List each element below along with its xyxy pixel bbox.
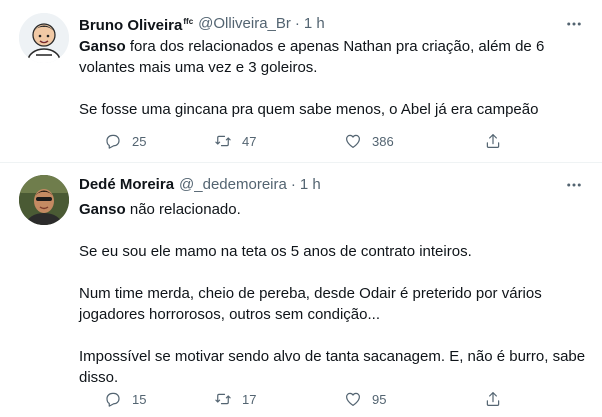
more-icon[interactable] <box>564 175 584 195</box>
share-button[interactable] <box>484 390 502 408</box>
separator-dot: · <box>290 176 296 193</box>
like-button[interactable]: 386 <box>344 132 394 150</box>
retweet-button[interactable]: 47 <box>214 132 256 150</box>
reply-icon <box>106 392 120 407</box>
tweet-text: Ganso fora dos relacionados e apenas Nat… <box>79 36 589 120</box>
tweet-line: Se fosse uma gincana pra quem sabe menos… <box>79 101 539 118</box>
retweet-count: 47 <box>242 133 257 149</box>
reply-count: 15 <box>132 391 147 407</box>
bold-text: Ganso <box>79 38 126 55</box>
author-handle[interactable]: @_dedemoreira <box>179 175 287 195</box>
timestamp[interactable]: 1 h <box>300 175 321 195</box>
retweet-icon <box>215 135 231 147</box>
tweet-line: Ganso fora dos relacionados e apenas Nat… <box>79 38 545 55</box>
like-count: 95 <box>372 391 387 407</box>
retweet-icon <box>215 393 231 405</box>
tweet-line: jogadores horrorosos, outros sem condiçã… <box>79 306 380 323</box>
share-icon <box>486 134 500 148</box>
author-handle[interactable]: @Olliveira_Br <box>198 14 291 34</box>
tweet-line: Impossível se motivar sendo alvo de tant… <box>79 348 586 365</box>
reply-button[interactable]: 25 <box>104 132 146 150</box>
share-button[interactable] <box>484 132 502 150</box>
share-icon <box>486 392 500 406</box>
tweet-header: Dedé Moreira @_dedemoreira · 1 h <box>79 175 321 195</box>
tweet[interactable]: Bruno Oliveiraffc @Olliveira_Br · 1 h Ga… <box>0 0 602 163</box>
timestamp[interactable]: 1 h <box>304 14 325 34</box>
avatar[interactable] <box>19 175 69 225</box>
retweet-button[interactable]: 17 <box>214 390 256 408</box>
more-icon[interactable] <box>564 14 584 34</box>
tweet-line: volantes mais uma vez e 3 goleiros. <box>79 59 318 76</box>
tweet-actions: 25 47 386 <box>79 131 519 151</box>
reply-count: 25 <box>132 133 147 149</box>
tweet-header: Bruno Oliveiraffc @Olliveira_Br · 1 h <box>79 14 325 34</box>
author-name-suffix: ffc <box>183 17 194 26</box>
heart-icon <box>346 134 360 148</box>
bold-text: Ganso <box>79 201 126 218</box>
tweet-actions: 15 17 95 <box>79 389 519 409</box>
separator-dot: · <box>294 15 300 32</box>
like-count: 386 <box>372 133 394 149</box>
tweet-text: Ganso não relacionado. Se eu sou ele mam… <box>79 199 589 388</box>
heart-icon <box>346 392 360 406</box>
tweet-line: Se eu sou ele mamo na teta os 5 anos de … <box>79 243 472 260</box>
tweet-line: Ganso não relacionado. <box>79 201 241 218</box>
author-name[interactable]: Bruno Oliveiraffc <box>79 12 193 36</box>
reply-button[interactable]: 15 <box>104 390 146 408</box>
tweet-line: Num time merda, cheio de pereba, desde O… <box>79 285 542 302</box>
like-button[interactable]: 95 <box>344 390 386 408</box>
reply-icon <box>106 134 120 149</box>
retweet-count: 17 <box>242 391 257 407</box>
author-name[interactable]: Dedé Moreira <box>79 175 174 195</box>
tweet[interactable]: Dedé Moreira @_dedemoreira · 1 h Ganso n… <box>0 163 602 417</box>
avatar[interactable] <box>19 13 69 63</box>
tweet-line: disso. <box>79 369 119 386</box>
